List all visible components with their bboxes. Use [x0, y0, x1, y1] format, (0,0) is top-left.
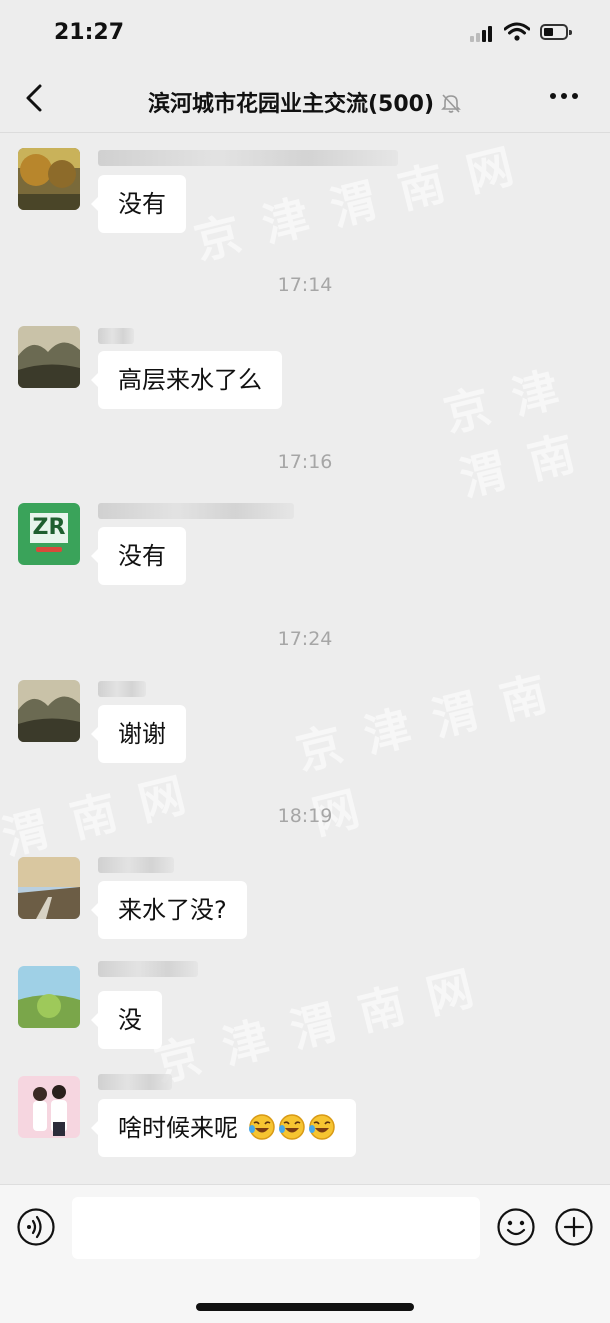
avatar[interactable] [18, 148, 80, 210]
bell-off-icon [441, 94, 461, 113]
laugh-cry-emoji-icon [248, 1114, 275, 1140]
avatar[interactable] [18, 326, 80, 388]
avatar[interactable] [18, 1076, 80, 1138]
message-bubble[interactable]: 谢谢 [91, 705, 186, 763]
time-divider: 17:14 [277, 274, 333, 296]
wifi-icon [504, 22, 530, 41]
cellular-signal-icon [470, 26, 496, 42]
chat-header: 滨河城市花园业主交流(500) [0, 66, 610, 133]
more-dots-icon[interactable] [548, 86, 580, 106]
smile-icon[interactable] [496, 1207, 536, 1247]
laugh-cry-emoji-icon [308, 1114, 335, 1140]
home-indicator [196, 1303, 414, 1311]
sender-name [98, 150, 398, 166]
message-text: 高层来水了么 [118, 366, 262, 394]
message-text: 没有 [118, 542, 166, 570]
input-bar [0, 1184, 610, 1323]
plus-icon[interactable] [554, 1207, 594, 1247]
sender-name [98, 681, 146, 697]
message-bubble[interactable]: 高层来水了么 [91, 351, 282, 409]
message-text: 谢谢 [118, 720, 166, 748]
status-time: 21:27 [54, 20, 125, 45]
message-bubble[interactable]: 啥时候来呢 [91, 1099, 356, 1157]
voice-icon[interactable] [16, 1207, 56, 1247]
sender-name [98, 961, 198, 977]
battery-icon [540, 24, 572, 40]
message-bubble[interactable]: 来水了没? [91, 881, 247, 939]
message-bubble[interactable]: 没 [91, 991, 162, 1049]
avatar[interactable] [18, 966, 80, 1028]
sender-name [98, 1074, 172, 1090]
time-divider: 17:16 [277, 451, 333, 473]
avatar[interactable] [18, 680, 80, 742]
avatar[interactable] [18, 857, 80, 919]
sender-name [98, 328, 134, 344]
message-bubble[interactable]: 没有 [91, 175, 186, 233]
message-text: 没 [118, 1006, 142, 1034]
message-text: 来水了没? [118, 896, 227, 924]
time-divider: 18:19 [277, 805, 333, 827]
sender-name [98, 503, 294, 519]
message-text: 啥时候来呢 [118, 1114, 238, 1142]
watermark: 京 津 渭 南 [438, 361, 585, 507]
time-divider: 17:24 [277, 628, 333, 650]
laugh-cry-emoji-icon [278, 1114, 305, 1140]
avatar-initials: ZR [30, 513, 68, 543]
chat-title-text: 滨河城市花园业主交流(500) [147, 92, 435, 117]
sender-name [98, 857, 174, 873]
message-text: 没有 [118, 190, 166, 218]
message-bubble[interactable]: 没有 [91, 527, 186, 585]
status-bar: 21:27 [0, 0, 610, 66]
chat-title: 滨河城市花园业主交流(500) [0, 86, 610, 118]
avatar[interactable]: ZR [18, 503, 80, 565]
message-input[interactable] [72, 1197, 480, 1259]
